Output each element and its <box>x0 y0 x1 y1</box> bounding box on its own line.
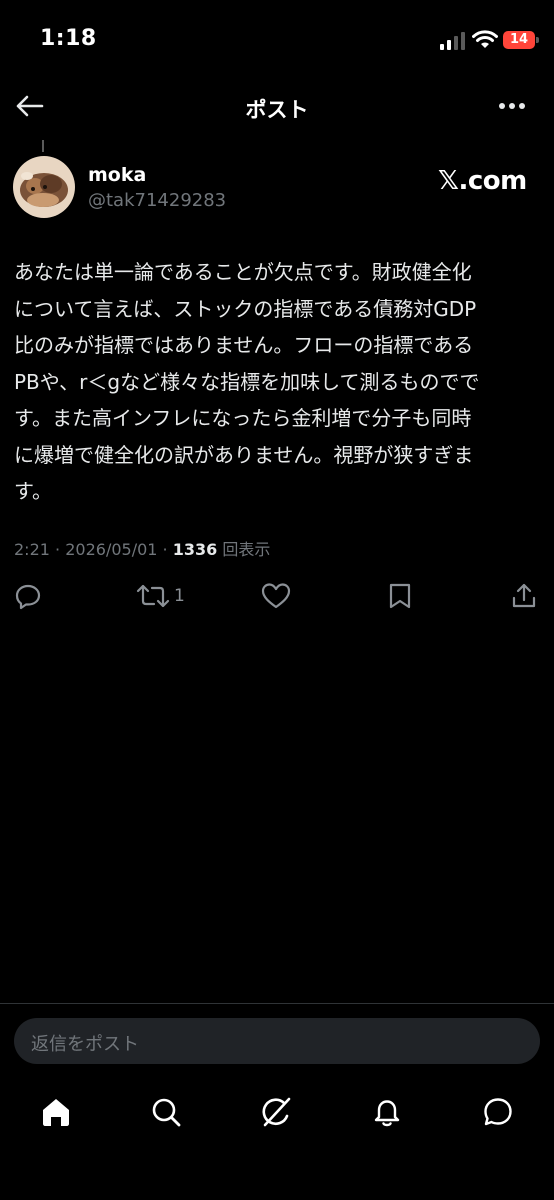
status-time: 1:18 <box>40 26 97 51</box>
post-text-line: について言えば、ストックの指標である債務対GDP <box>14 296 477 321</box>
author-handle[interactable]: @tak71429283 <box>88 190 226 211</box>
post-metadata: 2:21 · 2026/05/01 · 1336 回表示 <box>14 536 270 560</box>
post-time: 2:21 <box>14 540 50 559</box>
post-text: あなたは単一論であることが欠点です。財政健全化 について言えば、ストックの指標で… <box>14 254 542 510</box>
status-bar: 1:18 14 <box>0 0 554 80</box>
home-icon[interactable] <box>40 1096 72 1128</box>
notifications-icon[interactable] <box>371 1096 403 1128</box>
messages-icon[interactable] <box>482 1096 514 1128</box>
retweet-icon <box>136 584 170 608</box>
post-date: 2026/05/01 <box>65 540 158 559</box>
post-text-line: 比のみが指標ではありません。フローの指標である <box>14 333 474 357</box>
post-text-line: PBや、r＜gなど様々な指標を加味して測るものでで <box>14 369 480 394</box>
reply-icon <box>15 584 41 610</box>
page-title: ポスト <box>245 98 309 122</box>
header: ポスト <box>0 80 554 136</box>
reply-placeholder: 返信をポスト <box>31 1034 139 1055</box>
post-text-line: す。また高インフレになったら金利増で分子も同時 <box>14 406 472 430</box>
wifi-icon <box>472 30 498 48</box>
like-icon <box>261 583 291 609</box>
x-com-logo: 𝕏.com <box>438 166 527 196</box>
reply-input[interactable]: 返信をポスト <box>14 1018 540 1064</box>
battery-level: 14 <box>509 32 529 47</box>
more-icon[interactable] <box>494 90 530 122</box>
post-text-line: す。 <box>14 479 52 503</box>
grok-icon[interactable] <box>260 1096 292 1128</box>
share-button[interactable] <box>510 582 538 612</box>
bookmark-button[interactable] <box>387 582 413 612</box>
author-name[interactable]: moka <box>88 164 146 186</box>
battery-indicator: 14 <box>503 31 539 49</box>
meta-separator: · <box>162 540 168 559</box>
retweet-button[interactable] <box>136 582 170 612</box>
share-icon <box>512 583 536 608</box>
avatar[interactable] <box>13 156 75 218</box>
search-icon[interactable] <box>150 1096 182 1128</box>
reply-button[interactable] <box>14 582 42 612</box>
thread-connector-line <box>42 140 44 152</box>
cellular-signal-icon <box>440 32 465 50</box>
bookmark-icon <box>389 583 411 609</box>
battery-tip <box>536 37 539 43</box>
post-text-line: に爆増で健全化の訳がありません。視野が狭すぎま <box>14 442 474 467</box>
retweet-count: 1 <box>174 586 185 606</box>
view-count-label: 回表示 <box>222 540 271 559</box>
view-count[interactable]: 1336 <box>173 540 218 559</box>
reply-bar-divider <box>0 1003 554 1004</box>
meta-separator: · <box>55 540 61 559</box>
like-button[interactable] <box>261 582 291 612</box>
post-text-line: あなたは単一論であることが欠点です。財政健全化 <box>14 260 472 284</box>
